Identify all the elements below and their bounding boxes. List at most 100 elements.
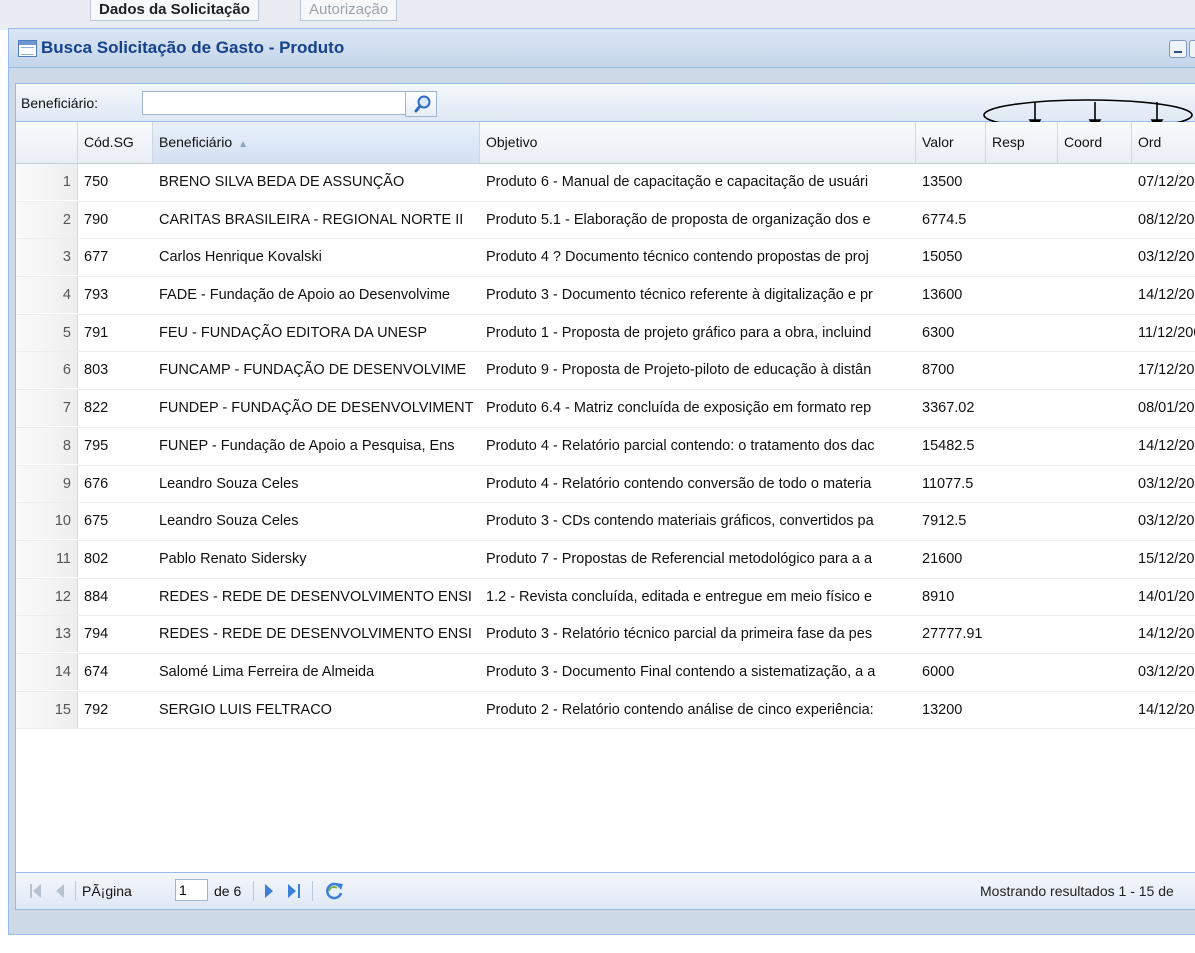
- minimize-button[interactable]: [1169, 40, 1187, 58]
- column-header-resp[interactable]: Resp: [986, 122, 1058, 163]
- cell-valor: 11077.5: [922, 475, 974, 492]
- table-row[interactable]: 1 750 BRENO SILVA BEDA DE ASSUNÇÃO Produto …: [16, 164, 1195, 202]
- cell-resp: [986, 352, 1058, 388]
- cell-objetivo: Produto 4 - Relatório parcial contendo: …: [486, 437, 875, 454]
- column-header-ord[interactable]: Ord: [1132, 122, 1195, 163]
- column-header-valor[interactable]: Valor: [916, 122, 986, 163]
- table-row[interactable]: 11 802 Pablo Renato Sidersky Produto 7 - Pr…: [16, 540, 1195, 579]
- table-row[interactable]: 12 884 REDES - REDE DE DESENVOLVIMENTO ENS…: [16, 578, 1195, 617]
- cell-valor: 8700: [922, 362, 955, 379]
- table-row[interactable]: 8 795 FUNEP - Fundação de Apoio a Pesquisa…: [16, 427, 1195, 466]
- table-row[interactable]: 7 822 FUNDEP - FUNDAÇÃO DE DESENVOLVIMENT P…: [16, 390, 1195, 428]
- cell-objetivo: Produto 9 - Proposta de Projeto-piloto d…: [486, 362, 872, 379]
- column-header-beneficiario[interactable]: Beneficiário ▲: [153, 122, 480, 163]
- last-page-icon[interactable]: [286, 882, 302, 900]
- first-page-icon[interactable]: [28, 882, 44, 900]
- column-header-coord[interactable]: Coord: [1058, 122, 1132, 163]
- cell-objetivo: Produto 4 ? Documento técnico contendo p…: [486, 249, 869, 266]
- next-page-icon[interactable]: [263, 882, 275, 900]
- column-header-label: Ord: [1138, 134, 1162, 150]
- cell-coord: [1058, 315, 1132, 351]
- previous-page-icon[interactable]: [54, 882, 66, 900]
- cell-cod-sg: 791: [84, 324, 109, 341]
- header-row-number: [16, 122, 78, 163]
- cell-valor: 13200: [922, 701, 963, 718]
- cell-cod-sg: 802: [84, 550, 109, 567]
- cell-ord: 03/12/200: [1138, 475, 1195, 492]
- cell-valor: 7912.5: [922, 513, 967, 530]
- cell-row-number: 9: [16, 465, 78, 502]
- table-row[interactable]: 6 803 FUNCAMP - FUNDAÇÃO DE DESENVOLVIME Pr…: [16, 352, 1195, 391]
- cell-ord: 14/12/200: [1138, 437, 1195, 454]
- cell-row-number: 3: [16, 239, 78, 276]
- cell-cod-sg: 792: [84, 701, 109, 718]
- paging-status-text: Mostrando resultados 1 - 15 de: [980, 883, 1174, 899]
- cell-coord: [1058, 390, 1132, 426]
- paging-toolbar: PÃ¡gina de 6 Mostrando resultados 1 - 15…: [16, 872, 1195, 909]
- cell-objetivo: Produto 2 - Relatório contendo análise d…: [486, 701, 874, 718]
- cell-valor: 13500: [922, 174, 963, 190]
- cell-valor: 6300: [922, 324, 955, 341]
- table-row[interactable]: 13 794 REDES - REDE DE DESENVOLVIMENTO ENS…: [16, 616, 1195, 654]
- cell-ord: 11/12/200: [1138, 324, 1195, 341]
- column-header-label: Cód.SG: [84, 134, 134, 150]
- cell-cod-sg: 822: [84, 400, 109, 417]
- cell-row-number: 15: [16, 691, 78, 728]
- close-button[interactable]: [1189, 40, 1195, 58]
- page-number-input[interactable]: [175, 879, 208, 901]
- cell-row-number: 14: [16, 653, 78, 690]
- column-header-label: Resp: [992, 134, 1025, 150]
- cell-coord: [1058, 616, 1132, 652]
- cell-cod-sg: 795: [84, 437, 109, 454]
- table-row[interactable]: 4 793 FADE - Fundação de Apoio ao Desenvol…: [16, 277, 1195, 315]
- cell-cod-sg: 790: [84, 211, 109, 228]
- cell-cod-sg: 677: [84, 249, 109, 266]
- cell-cod-sg: 793: [84, 287, 109, 304]
- cell-beneficiario: Leandro Souza Celes: [159, 513, 299, 530]
- table-row[interactable]: 14 674 Salomé Lima Ferreira de Almeida Prod…: [16, 653, 1195, 692]
- cell-row-number: 1: [16, 164, 78, 200]
- table-row[interactable]: 9 676 Leandro Souza Celes Produto 4 - Relat…: [16, 465, 1195, 504]
- cell-cod-sg: 884: [84, 588, 109, 605]
- cell-beneficiario: Pablo Renato Sidersky: [159, 550, 307, 567]
- cell-coord: [1058, 579, 1132, 615]
- column-header-objetivo[interactable]: Objetivo: [480, 122, 916, 163]
- cell-beneficiario: FEU - FUNDAÇÃO EDITORA DA UNESP: [159, 324, 428, 341]
- cell-row-number: 4: [16, 277, 78, 314]
- cell-beneficiario: Salomé Lima Ferreira de Almeida: [159, 663, 375, 680]
- beneficiario-search-label: Beneficiário:: [21, 95, 99, 111]
- tab-autorizacao[interactable]: Autorização: [300, 0, 398, 21]
- cell-coord: [1058, 541, 1132, 577]
- table-row[interactable]: 2 790 CARITAS BRASILEIRA - REGIONAL NORTE …: [16, 201, 1195, 240]
- table-row[interactable]: 5 791 FEU - FUNDAÇÃO EDITORA DA UNESP Produ…: [16, 314, 1195, 353]
- sort-ascending-icon: ▲: [238, 139, 249, 150]
- search-toolbar: Beneficiário:: [16, 84, 1195, 131]
- cell-row-number: 2: [16, 201, 78, 238]
- cell-valor: 13600: [922, 287, 963, 304]
- table-row[interactable]: 10 675 Leandro Souza Celes Produto 3 - CDs …: [16, 503, 1195, 541]
- cell-ord: 14/12/200: [1138, 287, 1195, 304]
- beneficiario-search-input[interactable]: [142, 91, 406, 115]
- refresh-icon[interactable]: [323, 880, 345, 902]
- tab-dados-da-solicitacao[interactable]: Dados da Solicitação: [90, 0, 259, 21]
- window-title: Busca Solicitação de Gasto - Produto: [41, 38, 345, 57]
- cell-row-number: 12: [16, 578, 78, 615]
- pager-separator: [75, 881, 76, 901]
- cell-objetivo: Produto 3 - CDs contendo materiais gráfi…: [486, 513, 874, 530]
- column-header-cod-sg[interactable]: Cód.SG: [78, 122, 153, 163]
- cell-objetivo: 1.2 - Revista concluída, editada e entre…: [486, 588, 873, 605]
- cell-objetivo: Produto 3 - Documento Final contendo a s…: [486, 663, 876, 680]
- grid-header-row: Cód.SG Beneficiário ▲ Objetivo Valor Resp Coor…: [16, 122, 1195, 164]
- cell-coord: [1058, 654, 1132, 690]
- window-titlebar[interactable]: Busca Solicitação de Gasto - Produto: [9, 29, 1195, 68]
- page-label: PÃ¡gina: [82, 883, 132, 899]
- pager-separator: [253, 881, 254, 901]
- table-row[interactable]: 15 792 SERGIO LUIS FELTRACO Produto 2 - Rel…: [16, 691, 1195, 730]
- search-button[interactable]: [405, 91, 437, 117]
- cell-objetivo: Produto 4 - Relatório contendo conversão…: [486, 475, 872, 492]
- cell-objetivo: Produto 7 - Propostas de Referencial met…: [486, 550, 873, 567]
- cell-ord: 03/12/200: [1138, 513, 1195, 530]
- cell-cod-sg: 675: [84, 513, 109, 530]
- table-row[interactable]: 3 677 Carlos Henrique Kovalski Produto 4 ? …: [16, 239, 1195, 278]
- cell-beneficiario: FUNEP - Fundação de Apoio a Pesquisa, En…: [159, 437, 455, 454]
